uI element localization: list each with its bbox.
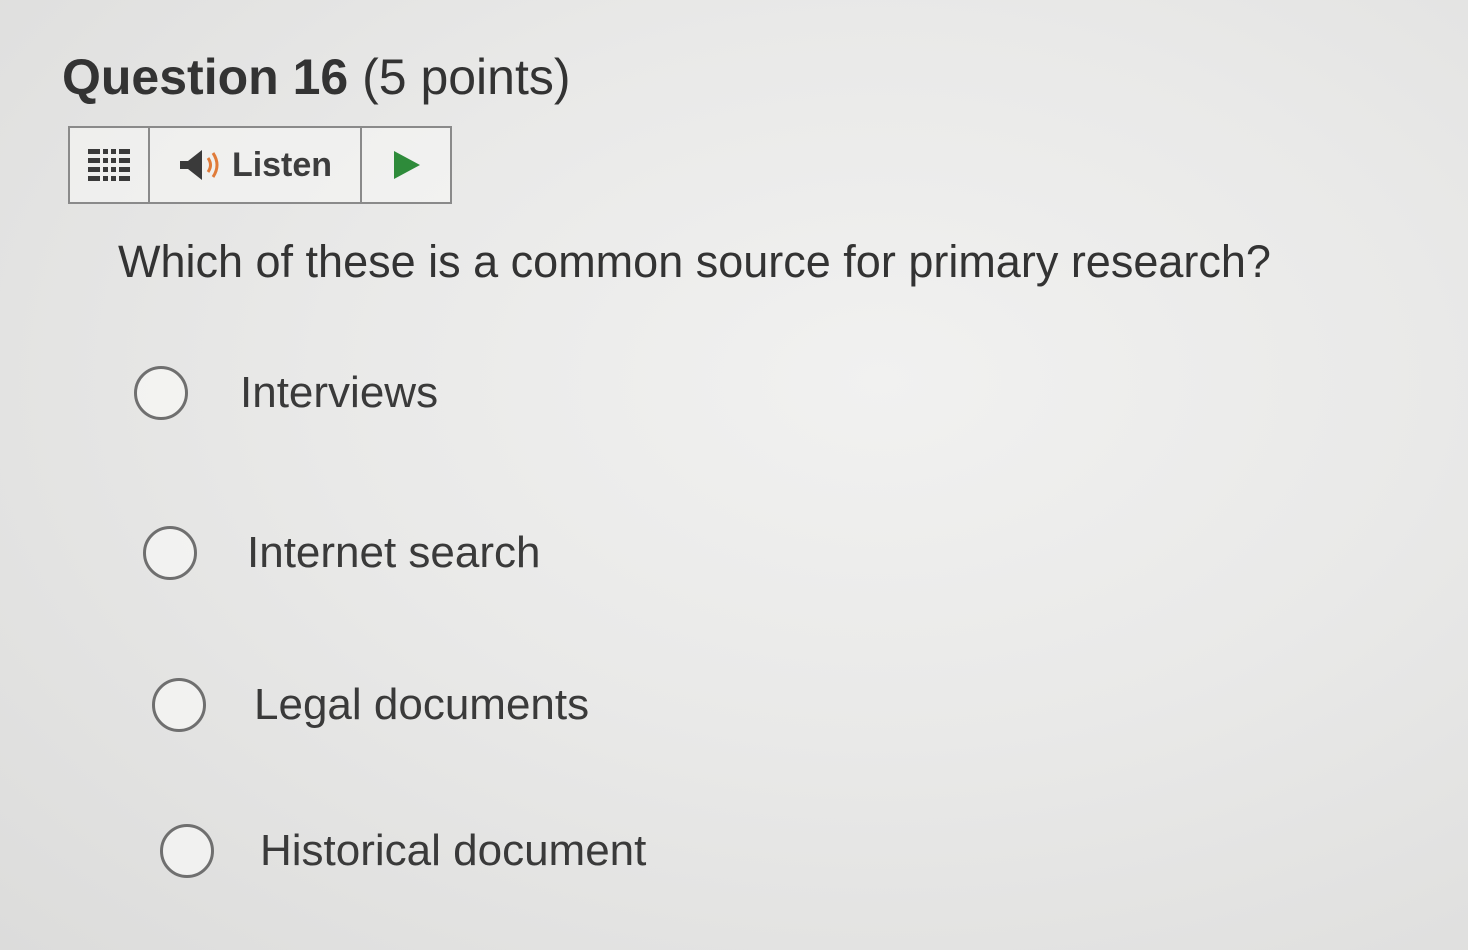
listen-toolbar: Listen [68, 126, 452, 204]
radio-button[interactable] [152, 678, 206, 732]
toolbar-menu-button[interactable] [70, 128, 150, 202]
question-header: Question 16 (5 points) [62, 48, 571, 106]
radio-button[interactable] [143, 526, 197, 580]
answer-option[interactable]: Internet search [143, 526, 541, 580]
menu-lines-icon [88, 149, 130, 181]
option-label: Internet search [247, 528, 541, 577]
answer-option[interactable]: Interviews [134, 366, 438, 420]
listen-label: Listen [231, 145, 333, 184]
play-button[interactable] [362, 128, 450, 202]
option-label: Interviews [240, 368, 439, 417]
question-points: (5 points) [362, 49, 571, 105]
question-text: Which of these is a common source for pr… [118, 236, 1271, 287]
answer-option[interactable]: Legal documents [152, 678, 589, 732]
answer-option[interactable]: Historical document [160, 824, 646, 878]
play-icon [394, 151, 420, 179]
radio-button[interactable] [134, 366, 188, 420]
option-label: Historical document [260, 826, 647, 875]
option-label: Legal documents [254, 680, 590, 729]
speaker-icon [179, 150, 219, 180]
question-title: Question 16 [62, 49, 349, 105]
listen-button[interactable]: Listen [150, 128, 362, 202]
radio-button[interactable] [160, 824, 214, 878]
